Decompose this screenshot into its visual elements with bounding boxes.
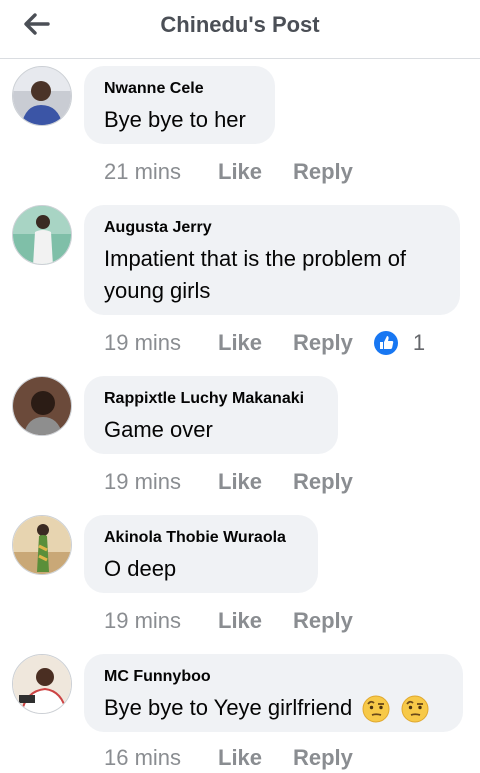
comment-text: Bye bye to her xyxy=(104,107,246,132)
comment-time: 19 mins xyxy=(104,608,182,633)
comment-bubble: Nwanne Cele Bye bye to her xyxy=(84,66,275,144)
avatar[interactable] xyxy=(12,66,72,126)
comment-author[interactable]: Augusta Jerry xyxy=(104,219,440,237)
comment-text: Impatient that is the problem of young g… xyxy=(104,246,407,303)
like-button[interactable]: Like xyxy=(218,608,293,634)
reaction-count: 1 xyxy=(412,330,426,355)
avatar[interactable] xyxy=(12,376,72,436)
page-title: Chinedu's Post xyxy=(160,12,320,37)
reply-button[interactable]: Reply xyxy=(293,608,353,634)
raised-eyebrow-face-icon xyxy=(401,695,429,723)
comment-time: 16 mins xyxy=(104,745,182,770)
comment-text: O deep xyxy=(104,556,177,581)
comment-author[interactable]: Rappixtle Luchy Makanaki xyxy=(104,390,318,408)
raised-eyebrow-face-icon xyxy=(362,695,390,723)
top-bar: Chinedu's Post xyxy=(0,0,480,59)
comment-actions: 19 mins Like Reply xyxy=(104,606,353,636)
avatar[interactable] xyxy=(12,654,72,714)
comment-bubble: Augusta Jerry Impatient that is the prob… xyxy=(84,205,460,315)
comment-actions: 19 mins Like Reply xyxy=(104,467,353,497)
reply-button[interactable]: Reply xyxy=(293,745,353,771)
comment-text: Bye bye to Yeye girlfriend xyxy=(104,695,353,720)
reaction-summary[interactable]: 1 xyxy=(373,330,425,356)
like-reaction-icon xyxy=(373,331,398,355)
comment-author[interactable]: Akinola Thobie Wuraola xyxy=(104,529,298,547)
like-button[interactable]: Like xyxy=(218,469,293,495)
comment-bubble: Akinola Thobie Wuraola O deep xyxy=(84,515,318,593)
like-button[interactable]: Like xyxy=(218,159,293,185)
comment-author[interactable]: MC Funnyboo xyxy=(104,668,443,686)
comment-text-line: Bye bye to Yeye girlfriend xyxy=(104,692,443,724)
comment-text: Game over xyxy=(104,417,213,442)
reply-button[interactable]: Reply xyxy=(293,159,353,185)
comment-time: 19 mins xyxy=(104,469,182,494)
comment-actions: 16 mins Like Reply xyxy=(104,743,353,773)
comment-time: 21 mins xyxy=(104,159,182,184)
avatar[interactable] xyxy=(12,205,72,265)
comment-actions: 19 mins Like Reply 1 xyxy=(104,328,425,358)
reply-button[interactable]: Reply xyxy=(293,330,353,356)
like-button[interactable]: Like xyxy=(218,745,293,771)
reply-button[interactable]: Reply xyxy=(293,469,353,495)
comment-time: 19 mins xyxy=(104,330,182,355)
avatar[interactable] xyxy=(12,515,72,575)
comment-bubble: MC Funnyboo Bye bye to Yeye girlfriend xyxy=(84,654,463,732)
like-button[interactable]: Like xyxy=(218,330,293,356)
comment-author[interactable]: Nwanne Cele xyxy=(104,80,255,98)
comment-bubble: Rappixtle Luchy Makanaki Game over xyxy=(84,376,338,454)
comment-actions: 21 mins Like Reply xyxy=(104,157,353,187)
